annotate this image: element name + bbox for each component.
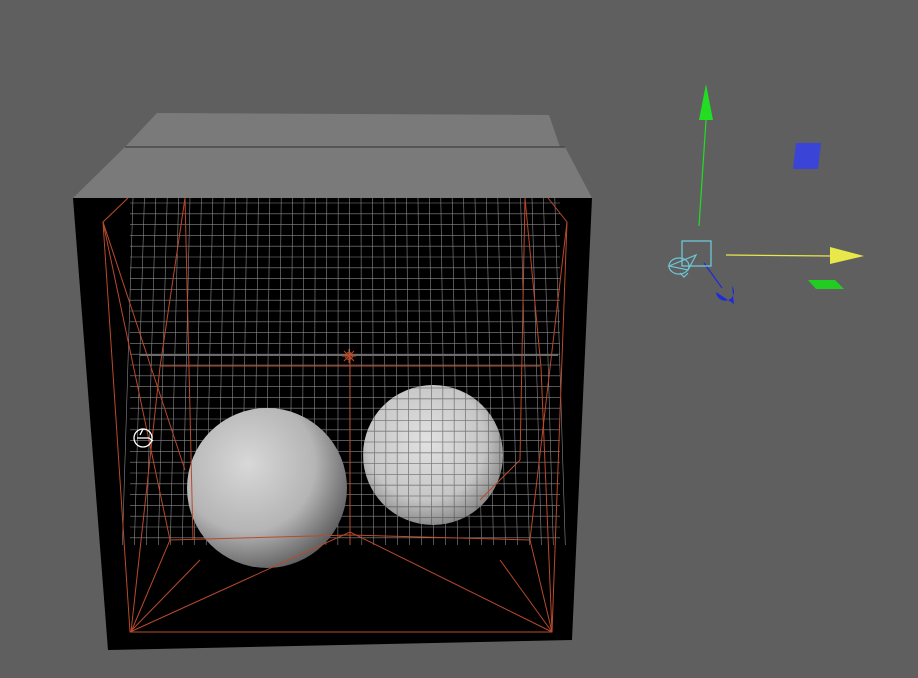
room-box-interior xyxy=(73,198,592,650)
3d-viewport[interactable] xyxy=(0,0,918,678)
room-box-top-back xyxy=(125,113,560,147)
scene-canvas[interactable] xyxy=(0,0,918,678)
sphere-right[interactable] xyxy=(363,385,503,525)
xy-plane-handle[interactable] xyxy=(793,143,821,169)
room-box-top xyxy=(73,147,592,198)
light-icon[interactable] xyxy=(342,349,356,363)
